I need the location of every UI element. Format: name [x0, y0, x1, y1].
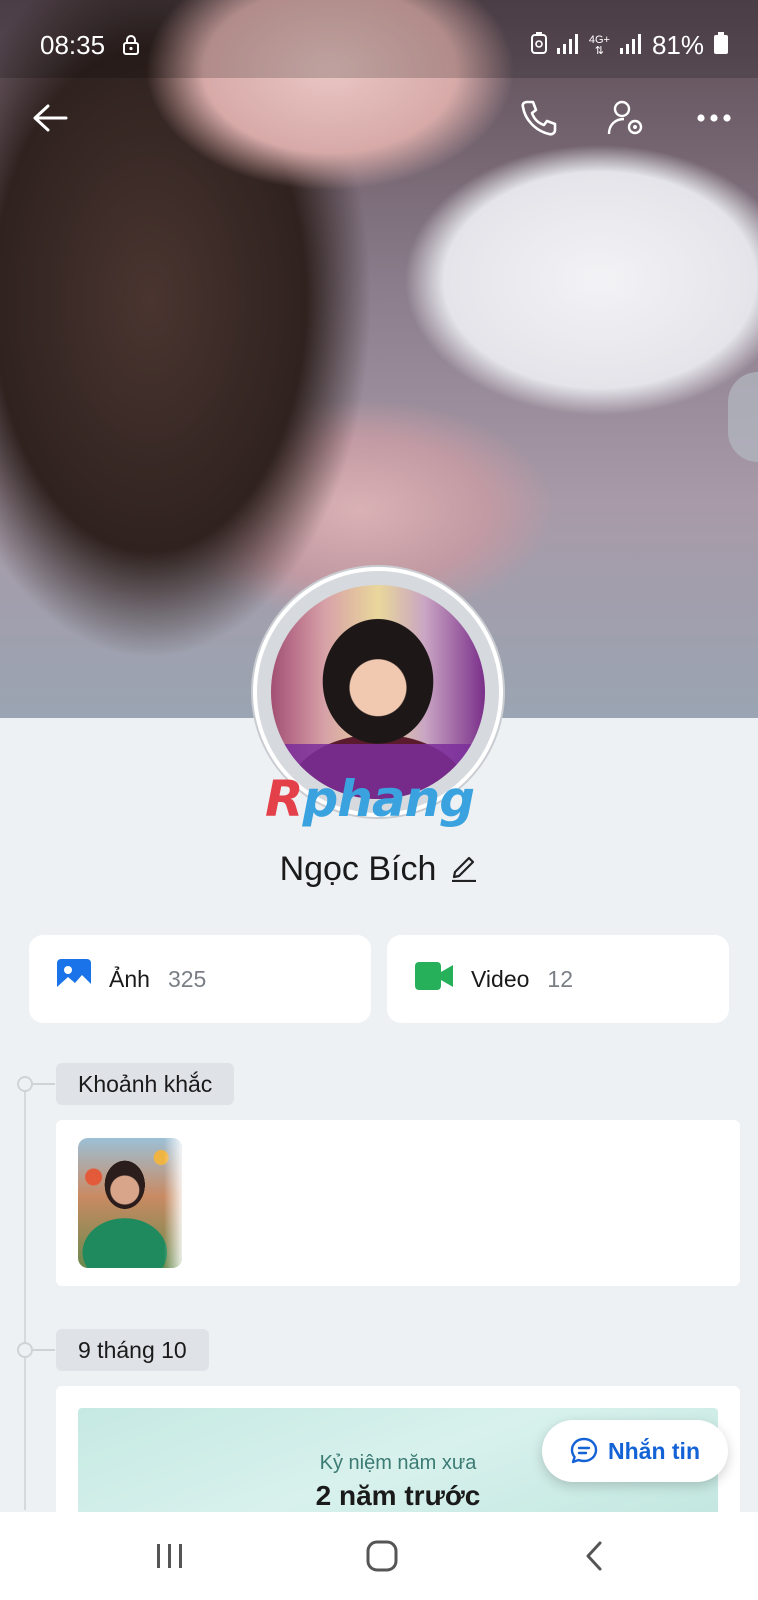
- battery-percent: 81%: [651, 30, 704, 60]
- home-icon: [366, 1540, 398, 1572]
- back-arrow-icon: [33, 104, 68, 132]
- system-navigation-bar: [0, 1512, 758, 1600]
- watermark-logo: Rphang: [265, 770, 475, 828]
- battery-icon: [714, 30, 728, 61]
- chat-bubble-icon: [570, 1437, 598, 1464]
- home-button[interactable]: [352, 1530, 412, 1582]
- photos-count: 325: [167, 965, 207, 992]
- call-button[interactable]: [510, 90, 566, 146]
- avatar-image: [271, 585, 485, 799]
- cover-side-handle[interactable]: [728, 372, 758, 462]
- timeline-connector: [33, 1349, 55, 1351]
- recent-apps-icon: [157, 1544, 182, 1568]
- timeline-line: [24, 1080, 26, 1510]
- moment-thumbnail[interactable]: [78, 1138, 182, 1268]
- status-time: 08:35: [40, 30, 106, 60]
- section-label-date: 9 tháng 10: [56, 1329, 209, 1371]
- photos-label: Ảnh: [109, 965, 150, 992]
- section-label-moments: Khoảnh khắc: [56, 1063, 235, 1105]
- photo-icon: [57, 959, 91, 999]
- top-action-bar: [0, 90, 758, 150]
- memory-title: 2 năm trước: [315, 1480, 481, 1511]
- photos-card[interactable]: Ảnh 325: [29, 935, 371, 1023]
- network-type-label: 4G+ ⇅: [588, 33, 610, 57]
- message-button-label: Nhắn tin: [608, 1437, 700, 1464]
- message-button[interactable]: Nhắn tin: [542, 1420, 728, 1482]
- more-options-button[interactable]: [686, 90, 742, 146]
- back-button[interactable]: [22, 90, 78, 146]
- signal-icon: [556, 30, 579, 61]
- profile-name: Ngọc Bích: [279, 850, 437, 888]
- phone-icon: [521, 100, 557, 136]
- profile-settings-button[interactable]: [598, 90, 654, 146]
- profile-name-row: Ngọc Bích: [0, 850, 758, 889]
- timeline-dot: [17, 1342, 33, 1358]
- videos-count: 12: [547, 965, 574, 992]
- signal-icon-2: [619, 30, 642, 61]
- network-type-text: 4G+: [588, 33, 610, 46]
- more-dots-icon: [697, 114, 731, 122]
- user-gear-icon: [607, 100, 643, 135]
- moment-thumbnail-stack-edge: [164, 1138, 182, 1268]
- moments-card: [56, 1120, 740, 1286]
- edit-name-button[interactable]: [450, 852, 478, 887]
- timeline-connector: [33, 1083, 55, 1085]
- videos-label: Video: [471, 965, 530, 992]
- recent-apps-button[interactable]: [140, 1530, 200, 1582]
- videos-card[interactable]: Video 12: [387, 935, 729, 1023]
- video-camera-icon: [415, 962, 453, 996]
- chevron-left-icon: [586, 1541, 602, 1571]
- recycle-battery-icon: [530, 30, 547, 61]
- pencil-icon: [452, 856, 477, 883]
- status-bar: 08:35 4G+ ⇅ 81%: [0, 0, 758, 78]
- lock-icon: [122, 34, 140, 61]
- timeline-dot: [17, 1076, 33, 1092]
- system-back-button[interactable]: [564, 1530, 624, 1582]
